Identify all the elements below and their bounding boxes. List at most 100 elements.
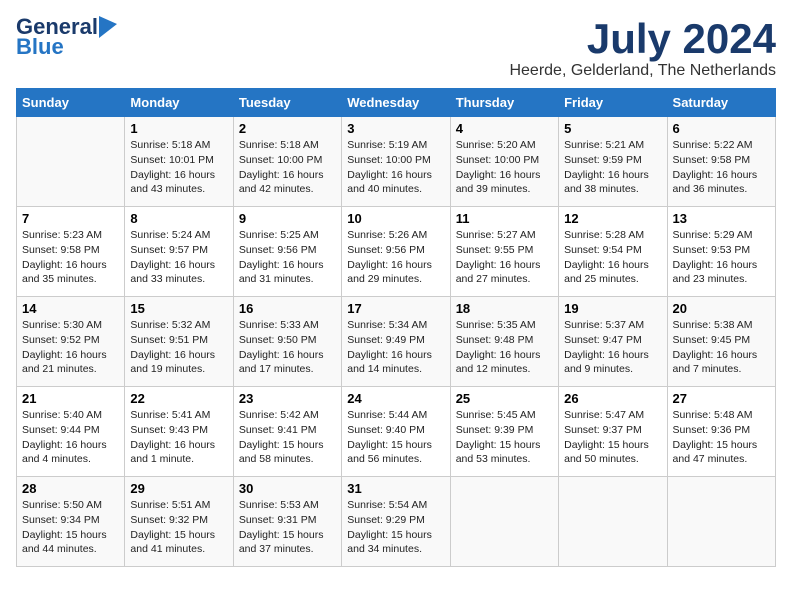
calendar-body: 1Sunrise: 5:18 AM Sunset: 10:01 PM Dayli… <box>17 117 776 567</box>
weekday-header-sunday: Sunday <box>17 89 125 117</box>
weekday-header-saturday: Saturday <box>667 89 775 117</box>
day-number: 11 <box>456 211 553 226</box>
calendar-cell <box>450 477 558 567</box>
day-number: 4 <box>456 121 553 136</box>
day-info: Sunrise: 5:25 AM Sunset: 9:56 PM Dayligh… <box>239 228 336 287</box>
calendar-cell: 9 Sunrise: 5:25 AM Sunset: 9:56 PM Daylig… <box>233 207 341 297</box>
calendar-cell: 19 Sunrise: 5:37 AM Sunset: 9:47 PM Dayli… <box>559 297 667 387</box>
calendar-cell: 2 Sunrise: 5:18 AM Sunset: 10:00 PM Dayli… <box>233 117 341 207</box>
day-info: Sunrise: 5:23 AM Sunset: 9:58 PM Dayligh… <box>22 228 119 287</box>
calendar-cell: 23 Sunrise: 5:42 AM Sunset: 9:41 PM Dayli… <box>233 387 341 477</box>
calendar-cell: 18 Sunrise: 5:35 AM Sunset: 9:48 PM Dayli… <box>450 297 558 387</box>
weekday-header-tuesday: Tuesday <box>233 89 341 117</box>
day-info: Sunrise: 5:32 AM Sunset: 9:51 PM Dayligh… <box>130 318 227 377</box>
day-info: Sunrise: 5:33 AM Sunset: 9:50 PM Dayligh… <box>239 318 336 377</box>
day-number: 29 <box>130 481 227 496</box>
calendar-cell: 29 Sunrise: 5:51 AM Sunset: 9:32 PM Dayli… <box>125 477 233 567</box>
day-number: 8 <box>130 211 227 226</box>
calendar-cell: 4 Sunrise: 5:20 AM Sunset: 10:00 PM Dayli… <box>450 117 558 207</box>
calendar-cell: 3 Sunrise: 5:19 AM Sunset: 10:00 PM Dayli… <box>342 117 450 207</box>
calendar-week-row: 28 Sunrise: 5:50 AM Sunset: 9:34 PM Dayli… <box>17 477 776 567</box>
day-info: Sunrise: 5:44 AM Sunset: 9:40 PM Dayligh… <box>347 408 444 467</box>
calendar-cell: 15 Sunrise: 5:32 AM Sunset: 9:51 PM Dayli… <box>125 297 233 387</box>
weekday-header-friday: Friday <box>559 89 667 117</box>
day-info: Sunrise: 5:22 AM Sunset: 9:58 PM Dayligh… <box>673 138 770 197</box>
day-info: Sunrise: 5:37 AM Sunset: 9:47 PM Dayligh… <box>564 318 661 377</box>
day-info: Sunrise: 5:42 AM Sunset: 9:41 PM Dayligh… <box>239 408 336 467</box>
day-number: 10 <box>347 211 444 226</box>
day-number: 26 <box>564 391 661 406</box>
day-info: Sunrise: 5:54 AM Sunset: 9:29 PM Dayligh… <box>347 498 444 557</box>
logo-icon <box>99 16 117 38</box>
weekday-header-monday: Monday <box>125 89 233 117</box>
calendar-week-row: 14 Sunrise: 5:30 AM Sunset: 9:52 PM Dayli… <box>17 297 776 387</box>
calendar-cell: 10 Sunrise: 5:26 AM Sunset: 9:56 PM Dayli… <box>342 207 450 297</box>
month-title: July 2024 <box>509 16 776 62</box>
calendar-week-row: 21 Sunrise: 5:40 AM Sunset: 9:44 PM Dayli… <box>17 387 776 477</box>
day-info: Sunrise: 5:18 AM Sunset: 10:00 PM Daylig… <box>239 138 336 197</box>
day-info: Sunrise: 5:47 AM Sunset: 9:37 PM Dayligh… <box>564 408 661 467</box>
location-text: Heerde, Gelderland, The Netherlands <box>509 62 776 80</box>
day-number: 2 <box>239 121 336 136</box>
day-info: Sunrise: 5:26 AM Sunset: 9:56 PM Dayligh… <box>347 228 444 287</box>
calendar-cell: 12Sunrise: 5:28 AM Sunset: 9:54 PM Dayli… <box>559 207 667 297</box>
day-number: 27 <box>673 391 770 406</box>
day-info: Sunrise: 5:21 AM Sunset: 9:59 PM Dayligh… <box>564 138 661 197</box>
day-number: 24 <box>347 391 444 406</box>
calendar-cell: 20Sunrise: 5:38 AM Sunset: 9:45 PM Dayli… <box>667 297 775 387</box>
day-number: 15 <box>130 301 227 316</box>
calendar-table: SundayMondayTuesdayWednesdayThursdayFrid… <box>16 88 776 567</box>
day-number: 18 <box>456 301 553 316</box>
day-number: 17 <box>347 301 444 316</box>
calendar-cell: 16 Sunrise: 5:33 AM Sunset: 9:50 PM Dayli… <box>233 297 341 387</box>
day-info: Sunrise: 5:30 AM Sunset: 9:52 PM Dayligh… <box>22 318 119 377</box>
day-info: Sunrise: 5:19 AM Sunset: 10:00 PM Daylig… <box>347 138 444 197</box>
day-number: 23 <box>239 391 336 406</box>
day-info: Sunrise: 5:40 AM Sunset: 9:44 PM Dayligh… <box>22 408 119 467</box>
day-number: 13 <box>673 211 770 226</box>
day-number: 14 <box>22 301 119 316</box>
day-number: 20 <box>673 301 770 316</box>
day-info: Sunrise: 5:34 AM Sunset: 9:49 PM Dayligh… <box>347 318 444 377</box>
calendar-cell: 21 Sunrise: 5:40 AM Sunset: 9:44 PM Dayli… <box>17 387 125 477</box>
calendar-cell: 31 Sunrise: 5:54 AM Sunset: 9:29 PM Dayli… <box>342 477 450 567</box>
day-number: 19 <box>564 301 661 316</box>
day-info: Sunrise: 5:29 AM Sunset: 9:53 PM Dayligh… <box>673 228 770 287</box>
day-info: Sunrise: 5:28 AM Sunset: 9:54 PM Dayligh… <box>564 228 661 287</box>
day-info: Sunrise: 5:20 AM Sunset: 10:00 PM Daylig… <box>456 138 553 197</box>
day-info: Sunrise: 5:48 AM Sunset: 9:36 PM Dayligh… <box>673 408 770 467</box>
day-number: 28 <box>22 481 119 496</box>
calendar-cell: 28 Sunrise: 5:50 AM Sunset: 9:34 PM Dayli… <box>17 477 125 567</box>
calendar-cell: 30 Sunrise: 5:53 AM Sunset: 9:31 PM Dayli… <box>233 477 341 567</box>
day-number: 30 <box>239 481 336 496</box>
calendar-cell: 14 Sunrise: 5:30 AM Sunset: 9:52 PM Dayli… <box>17 297 125 387</box>
calendar-cell: 7 Sunrise: 5:23 AM Sunset: 9:58 PM Daylig… <box>17 207 125 297</box>
day-number: 16 <box>239 301 336 316</box>
day-info: Sunrise: 5:35 AM Sunset: 9:48 PM Dayligh… <box>456 318 553 377</box>
calendar-cell: 27 Sunrise: 5:48 AM Sunset: 9:36 PM Dayli… <box>667 387 775 477</box>
logo-blue-text: Blue <box>16 34 64 59</box>
day-info: Sunrise: 5:50 AM Sunset: 9:34 PM Dayligh… <box>22 498 119 557</box>
day-number: 7 <box>22 211 119 226</box>
calendar-cell: 13 Sunrise: 5:29 AM Sunset: 9:53 PM Dayli… <box>667 207 775 297</box>
calendar-cell: 6Sunrise: 5:22 AM Sunset: 9:58 PM Daylig… <box>667 117 775 207</box>
day-info: Sunrise: 5:53 AM Sunset: 9:31 PM Dayligh… <box>239 498 336 557</box>
calendar-cell: 11 Sunrise: 5:27 AM Sunset: 9:55 PM Dayli… <box>450 207 558 297</box>
page-header: General Blue July 2024 Heerde, Gelderlan… <box>16 16 776 80</box>
day-info: Sunrise: 5:27 AM Sunset: 9:55 PM Dayligh… <box>456 228 553 287</box>
day-number: 5 <box>564 121 661 136</box>
weekday-header-thursday: Thursday <box>450 89 558 117</box>
day-info: Sunrise: 5:24 AM Sunset: 9:57 PM Dayligh… <box>130 228 227 287</box>
day-number: 3 <box>347 121 444 136</box>
day-number: 9 <box>239 211 336 226</box>
day-info: Sunrise: 5:41 AM Sunset: 9:43 PM Dayligh… <box>130 408 227 467</box>
calendar-cell: 26 Sunrise: 5:47 AM Sunset: 9:37 PM Dayli… <box>559 387 667 477</box>
day-info: Sunrise: 5:45 AM Sunset: 9:39 PM Dayligh… <box>456 408 553 467</box>
day-number: 25 <box>456 391 553 406</box>
day-number: 31 <box>347 481 444 496</box>
day-info: Sunrise: 5:51 AM Sunset: 9:32 PM Dayligh… <box>130 498 227 557</box>
calendar-cell: 5 Sunrise: 5:21 AM Sunset: 9:59 PM Daylig… <box>559 117 667 207</box>
calendar-cell <box>17 117 125 207</box>
day-number: 21 <box>22 391 119 406</box>
weekday-header-wednesday: Wednesday <box>342 89 450 117</box>
